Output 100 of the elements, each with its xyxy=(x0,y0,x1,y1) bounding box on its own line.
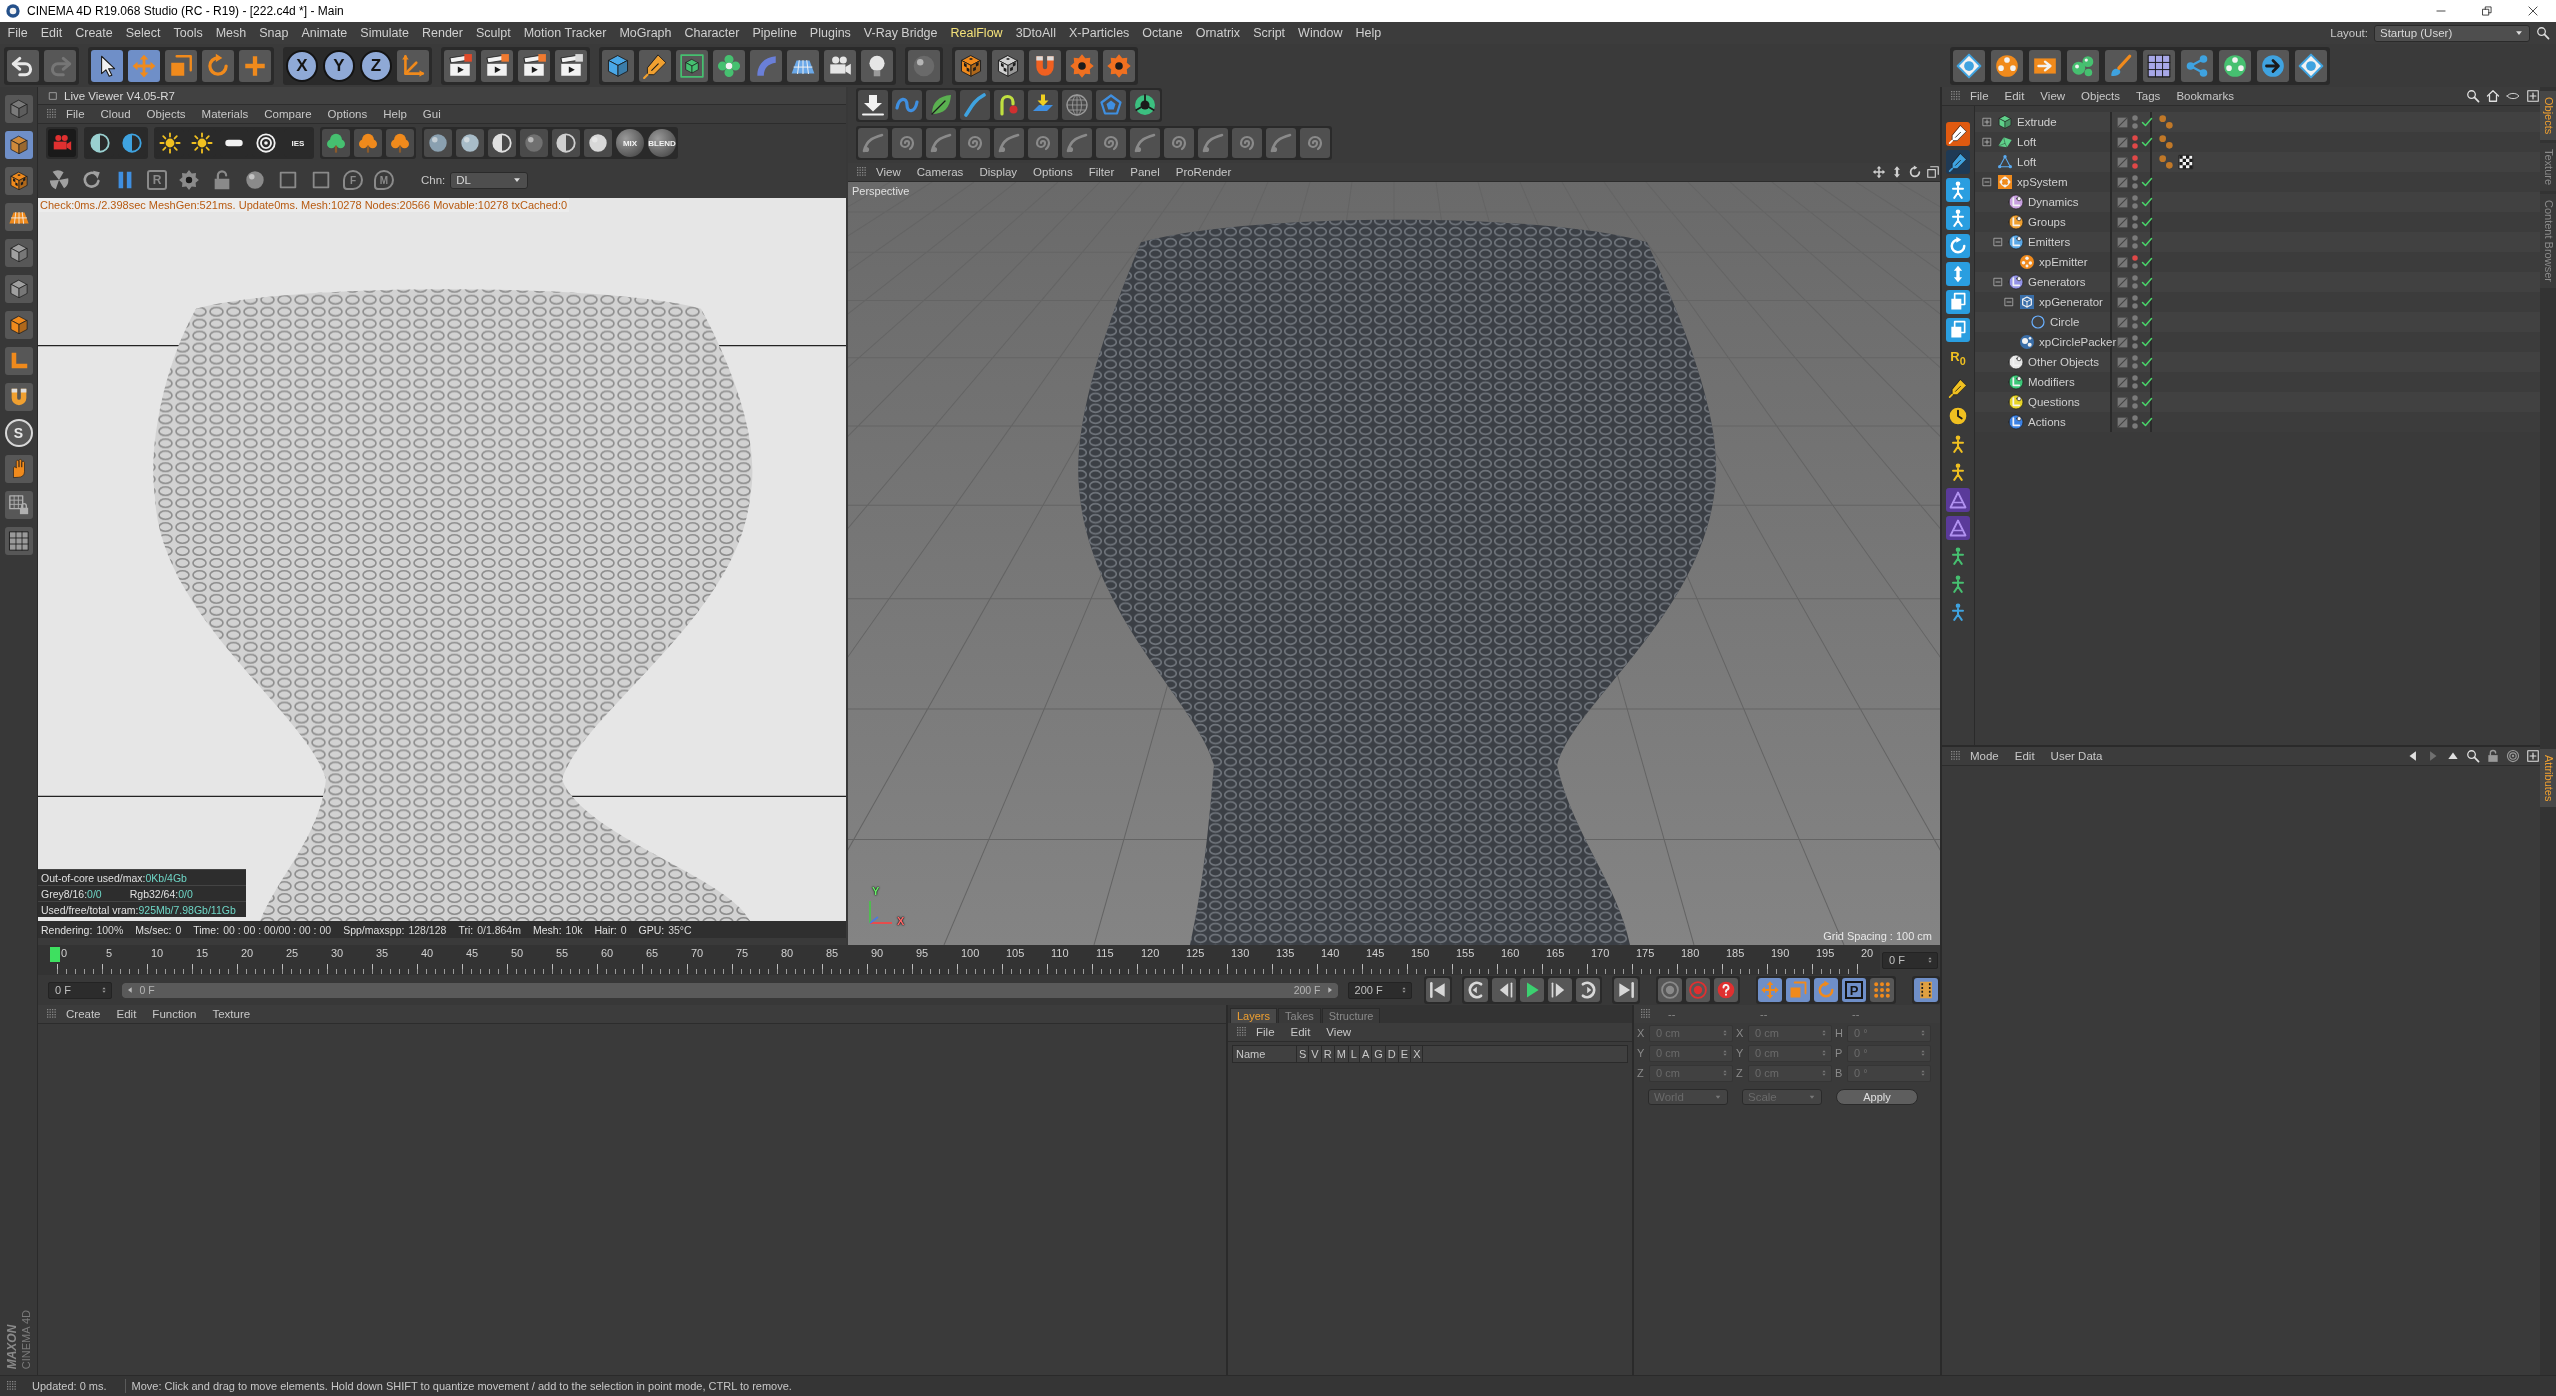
menu-item[interactable]: Animate xyxy=(294,26,354,40)
rotate-icon[interactable] xyxy=(202,49,234,82)
stroke-icon[interactable] xyxy=(960,90,990,120)
clapper-icon[interactable] xyxy=(481,49,513,82)
check-icon[interactable] xyxy=(2141,296,2153,308)
viewport-3d[interactable]: Perspective Grid Spacing : 100 cm Y X xyxy=(848,182,1940,945)
check-icon[interactable] xyxy=(2141,116,2153,128)
frame-field[interactable]: 0 F xyxy=(1882,951,1938,969)
layer-icon[interactable] xyxy=(2116,175,2129,189)
copy-icon[interactable] xyxy=(1946,318,1970,342)
cube-icon[interactable] xyxy=(4,131,33,159)
menu-item[interactable]: File xyxy=(1,26,35,40)
column-header[interactable]: A xyxy=(1359,1046,1373,1062)
bend-icon[interactable] xyxy=(750,49,782,82)
object-name[interactable]: Extrude xyxy=(2017,116,2057,128)
layer-icon[interactable] xyxy=(2116,375,2129,389)
ring-icon[interactable] xyxy=(1130,90,1160,120)
magnet-icon[interactable] xyxy=(1029,49,1061,82)
layer-icon[interactable] xyxy=(2116,335,2129,349)
clapper-icon[interactable] xyxy=(555,49,587,82)
gear-icon[interactable] xyxy=(1103,49,1135,82)
column-header[interactable]: X xyxy=(1411,1046,1424,1062)
column-header[interactable]: M xyxy=(1334,1046,1349,1062)
spiral-icon[interactable] xyxy=(1164,128,1194,158)
grid-lock-icon[interactable] xyxy=(4,491,33,519)
check-icon[interactable] xyxy=(2141,136,2153,148)
layer-icon[interactable] xyxy=(2116,355,2129,369)
menu-item[interactable]: Panel xyxy=(1122,166,1168,178)
column-header[interactable]: G xyxy=(1372,1046,1386,1062)
plus-icon[interactable] xyxy=(239,49,271,82)
column-header[interactable]: Name xyxy=(1233,1046,1297,1062)
menu-item[interactable]: Objects xyxy=(138,108,194,120)
menu-item[interactable]: Sculpt xyxy=(469,26,518,40)
figure-icon[interactable] xyxy=(1946,178,1970,202)
undo-icon[interactable] xyxy=(7,49,39,82)
search-icon[interactable] xyxy=(2536,26,2550,40)
axis-corner-icon[interactable] xyxy=(397,49,429,82)
object-name[interactable]: Generators xyxy=(2028,276,2086,288)
grid-icon[interactable] xyxy=(4,527,33,555)
tree-icon[interactable] xyxy=(386,129,414,157)
dots-tag-icon[interactable] xyxy=(2158,114,2174,130)
material-button[interactable]: MIX xyxy=(616,129,644,157)
clapper-icon[interactable] xyxy=(444,49,476,82)
material-button[interactable]: BLEND xyxy=(648,129,676,157)
check-icon[interactable] xyxy=(2141,256,2153,268)
axis-button[interactable]: Z xyxy=(360,49,392,82)
axis-button[interactable]: X xyxy=(286,49,318,82)
frame-field[interactable]: 200 F xyxy=(1347,981,1412,999)
menu-item[interactable]: View xyxy=(1318,1026,1360,1038)
gear-icon[interactable] xyxy=(1066,49,1098,82)
curve-icon[interactable] xyxy=(1062,128,1092,158)
menu-item[interactable]: Simulate xyxy=(353,26,416,40)
timeline-ruler[interactable]: 0 5 10 15 20 25 30 35 40 45 50 55 60 65 70 75 80 85 90 95 100 105 110 115 120 125 130 135 140 145 150 155 160 165 170 175 180 185 190 195 20 xyxy=(38,945,1880,975)
menu-item[interactable]: Bookmarks xyxy=(2168,90,2242,102)
menu-item[interactable]: Mode xyxy=(1962,750,2007,762)
previous-key-icon[interactable] xyxy=(1464,978,1488,1002)
tree-icon[interactable] xyxy=(322,129,350,157)
step-forward-icon[interactable] xyxy=(1548,978,1572,1002)
layer-icon[interactable] xyxy=(2116,115,2129,129)
frame-field[interactable]: 0 F xyxy=(48,981,113,999)
layer-icon[interactable] xyxy=(2116,135,2129,149)
object-name[interactable]: xpGenerator xyxy=(2039,296,2103,308)
cube-icon[interactable] xyxy=(4,311,33,339)
square-icon[interactable] xyxy=(277,169,299,191)
fan-icon[interactable] xyxy=(48,169,70,191)
question-icon[interactable] xyxy=(1714,978,1738,1002)
menu-item[interactable]: Help xyxy=(375,108,415,120)
layer-icon[interactable] xyxy=(2116,315,2129,329)
grid-box-icon[interactable] xyxy=(2143,49,2175,82)
magnet-icon[interactable] xyxy=(4,383,33,411)
menu-item[interactable]: Display xyxy=(971,166,1026,178)
column-header[interactable]: D xyxy=(1385,1046,1399,1062)
menu-item[interactable]: Compare xyxy=(256,108,320,120)
menu-item[interactable]: Edit xyxy=(108,1008,145,1020)
layer-icon[interactable] xyxy=(2116,295,2129,309)
skip-end-icon[interactable] xyxy=(1614,978,1638,1002)
light-bulb-icon[interactable] xyxy=(861,49,893,82)
spiral-icon[interactable] xyxy=(1300,128,1330,158)
menu-item[interactable]: User Data xyxy=(2042,750,2111,762)
object-name[interactable]: xpEmitter xyxy=(2039,256,2088,268)
pen-icon[interactable] xyxy=(639,49,671,82)
arrow-plane-icon[interactable] xyxy=(1028,90,1058,120)
menu-item[interactable]: Character xyxy=(678,26,746,40)
layout-dropdown[interactable]: Startup (User) xyxy=(2374,24,2530,42)
rotate-icon[interactable] xyxy=(1908,165,1922,179)
spiral-icon[interactable] xyxy=(1232,128,1262,158)
column-header[interactable]: V xyxy=(1309,1046,1322,1062)
collapse-icon[interactable] xyxy=(1993,237,2003,247)
spiral-icon[interactable] xyxy=(1028,128,1058,158)
maximize-icon[interactable] xyxy=(1926,165,1940,179)
menu-item[interactable]: Create xyxy=(58,1008,109,1020)
menu-item[interactable]: Help xyxy=(1349,26,1388,40)
sun-icon[interactable] xyxy=(156,129,184,157)
menu-item[interactable]: Pipeline xyxy=(745,26,804,40)
rotate-icon[interactable] xyxy=(1946,234,1970,258)
expand-icon[interactable] xyxy=(1982,137,1992,147)
menu-item[interactable]: File xyxy=(58,108,93,120)
collapse-icon[interactable] xyxy=(1982,177,1992,187)
search-icon[interactable] xyxy=(2466,749,2480,763)
menu-item[interactable]: Script xyxy=(1246,26,1292,40)
